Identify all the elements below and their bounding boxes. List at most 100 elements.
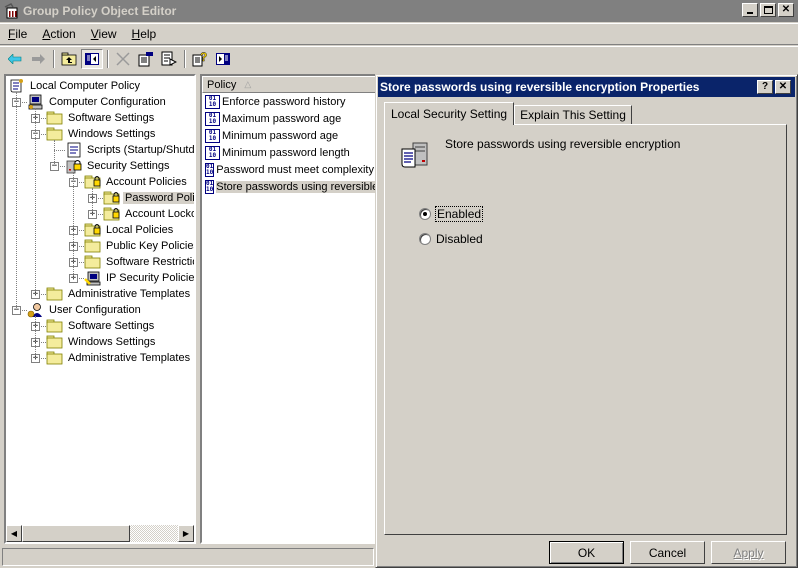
tree-item[interactable]: IP Security Policies on Local Computer <box>84 270 194 286</box>
tab-label: Explain This Setting <box>520 108 626 122</box>
tree-item[interactable]: Local Policies <box>84 222 175 238</box>
properties-button[interactable] <box>135 49 157 69</box>
menu-file[interactable]: File <box>0 27 34 41</box>
tree-item-label: Public Key Policies <box>106 240 196 252</box>
ok-button-label: OK <box>577 545 596 560</box>
back-button[interactable] <box>4 49 26 69</box>
disabled-radio-option[interactable]: Disabled <box>419 232 483 246</box>
ok-button[interactable]: OK <box>549 541 624 564</box>
policy-list[interactable]: Policy △ 01 10 Enforce password history 01 1… <box>200 74 380 544</box>
tree-item-label: Windows Settings <box>68 336 156 348</box>
delete-button[interactable] <box>112 49 134 69</box>
tab-local-security-setting[interactable]: Local Security Setting <box>384 102 515 125</box>
console-tree[interactable]: Local Computer Policy Computer Configurat… <box>4 74 196 544</box>
sort-ascending-icon: △ <box>244 79 252 89</box>
tree-item[interactable]: Software Settings <box>46 110 156 126</box>
disabled-radio[interactable] <box>419 233 431 245</box>
tree-item[interactable]: Administrative Templates <box>46 286 192 302</box>
tree-item[interactable]: Windows Settings <box>46 334 157 350</box>
policy-setting-icon: 01 10 <box>205 94 220 109</box>
close-button[interactable]: ✕ <box>778 3 794 17</box>
tree-item-label: Password Policy <box>123 192 194 204</box>
tree-connector <box>16 92 17 310</box>
enabled-radio[interactable] <box>419 208 431 220</box>
tree-item[interactable]: Windows Settings <box>46 126 157 142</box>
minimize-button[interactable] <box>742 3 758 17</box>
column-header-label: Policy <box>207 78 237 91</box>
maximize-button[interactable] <box>760 3 776 17</box>
tree-horizontal-scrollbar[interactable]: ◀ ▶ <box>6 525 194 542</box>
forward-icon <box>32 54 45 64</box>
enabled-label: Enabled <box>434 206 484 222</box>
export-list-button[interactable] <box>158 49 180 69</box>
policy-row[interactable]: 01 10 Enforce password history <box>202 93 378 110</box>
tab-explain-this-setting[interactable]: Explain This Setting <box>514 105 632 125</box>
tree-item[interactable]: Administrative Templates <box>46 350 192 366</box>
tree-item[interactable]: Software Settings <box>46 318 156 334</box>
properties-dialog: Store passwords using reversible encrypt… <box>375 74 798 568</box>
show-hide-action-pane-icon <box>216 53 230 65</box>
menu-help[interactable]: Help <box>124 27 164 41</box>
tree-item[interactable]: Password Policy <box>103 190 194 206</box>
tree-item-label: Scripts (Startup/Shutdown) <box>87 144 195 156</box>
export-list-icon <box>161 51 177 66</box>
minimize-icon <box>747 12 753 14</box>
tree-item[interactable]: Account Policies <box>84 174 189 190</box>
policy-row[interactable]: 01 10 Minimum password length <box>202 144 378 161</box>
policy-row[interactable]: 0110Store passwords using reversible enc… <box>202 178 378 195</box>
close-icon: ✕ <box>778 81 788 92</box>
folder-icon <box>46 287 63 301</box>
tree-item[interactable]: Account Lockout Policy <box>103 206 196 222</box>
scroll-right-button[interactable]: ▶ <box>178 525 194 542</box>
show-hide-console-tree-button[interactable] <box>81 49 103 69</box>
tree-item[interactable]: User Configuration <box>27 302 143 318</box>
tree-item[interactable]: Security Settings <box>65 158 172 174</box>
help-button[interactable]: ? <box>189 49 211 69</box>
tree-item[interactable]: Computer Configuration <box>27 94 168 110</box>
enabled-radio-option[interactable]: Enabled <box>419 206 484 222</box>
scroll-thumb[interactable] <box>22 525 130 542</box>
column-header-policy[interactable]: Policy △ <box>202 76 378 93</box>
tree-item-label: Windows Settings <box>68 128 156 140</box>
dialog-title: Store passwords using reversible encrypt… <box>380 80 700 94</box>
tree-item[interactable]: Scripts (Startup/Shutdown) <box>65 142 195 158</box>
tab-label: Local Security Setting <box>391 107 508 121</box>
cancel-button[interactable]: Cancel <box>630 541 705 564</box>
status-bar <box>2 548 374 566</box>
apply-button[interactable]: Apply <box>711 541 786 564</box>
tree-item[interactable]: Local Computer Policy <box>8 78 142 94</box>
menu-view[interactable]: View <box>83 27 124 41</box>
locked-folder-icon <box>84 223 101 237</box>
scroll-left-button[interactable]: ◀ <box>6 525 22 542</box>
menu-action[interactable]: Action <box>34 27 82 41</box>
ip-security-icon <box>84 271 101 286</box>
up-one-level-button[interactable] <box>58 49 80 69</box>
policy-setting-icon: 01 10 <box>205 145 220 160</box>
tree-item-label: Software Restriction Policies <box>106 256 194 268</box>
back-icon <box>8 54 22 64</box>
tree-item[interactable]: Software Restriction Policies <box>84 254 194 270</box>
dialog-help-button[interactable]: ? <box>757 80 773 94</box>
tree-item-label: Account Lockout Policy <box>125 208 196 220</box>
forward-button[interactable] <box>27 49 49 69</box>
disabled-label: Disabled <box>436 232 483 246</box>
window-titlebar[interactable]: Group Policy Object Editor ✕ <box>0 0 798 22</box>
policy-row[interactable]: 01 10 Minimum password age <box>202 127 378 144</box>
policy-row[interactable]: 01 10 Maximum password age <box>202 110 378 127</box>
policy-row-label: Enforce password history <box>222 95 346 108</box>
locked-folder-icon <box>103 207 120 221</box>
dialog-close-button[interactable]: ✕ <box>775 80 791 94</box>
delete-icon <box>116 52 130 66</box>
tree-item-label: Administrative Templates <box>68 352 191 364</box>
folder-icon <box>46 351 63 365</box>
show-hide-action-pane-button[interactable] <box>212 49 234 69</box>
policy-row[interactable]: 0110Password must meet complexity requir… <box>202 161 378 178</box>
menu-file-label: File <box>8 27 28 41</box>
tree-item-label: Software Settings <box>68 320 155 332</box>
policy-row-label: Password must meet complexity requiremen… <box>216 163 378 176</box>
dialog-titlebar[interactable]: Store passwords using reversible encrypt… <box>378 77 795 97</box>
tree-connector <box>73 172 74 278</box>
policy-setting-icon: 01 10 <box>205 111 220 126</box>
tree-item[interactable]: Public Key Policies <box>84 238 196 254</box>
tree-item-label: Administrative Templates <box>68 288 191 300</box>
